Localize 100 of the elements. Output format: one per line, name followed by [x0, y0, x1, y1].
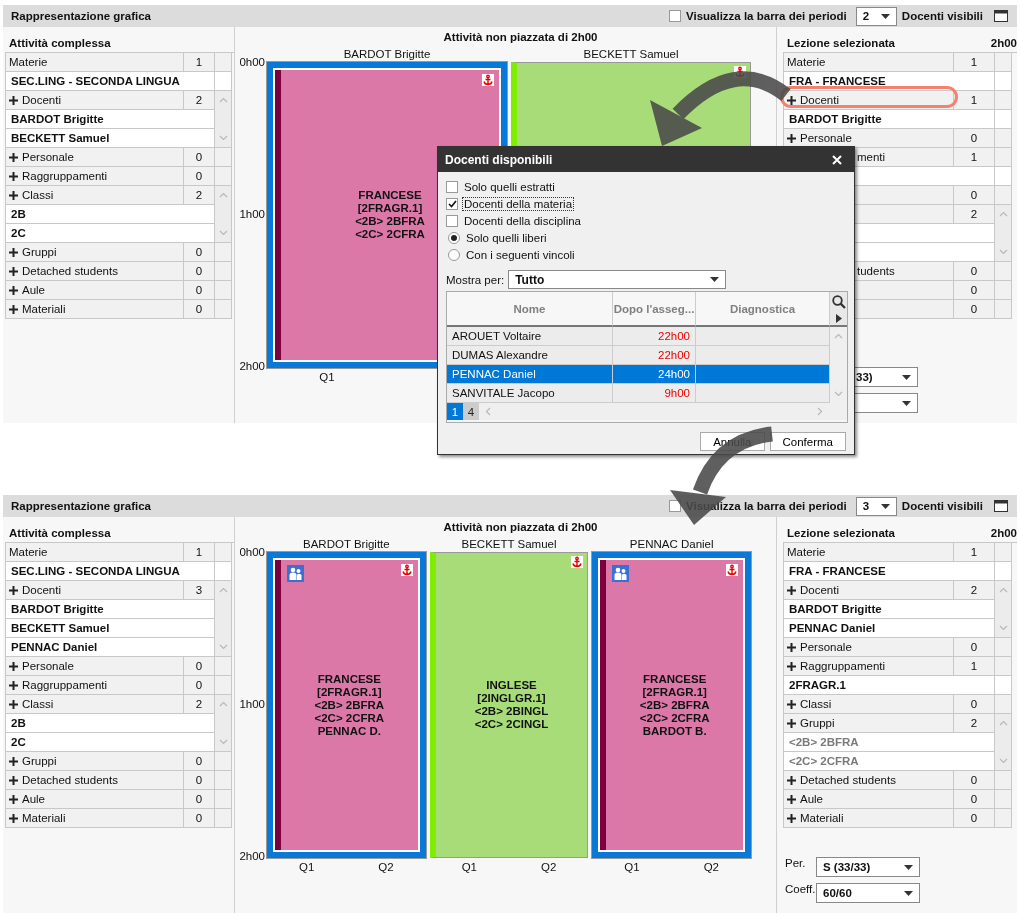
column-header[interactable]: Dopo l'asseg... [613, 292, 696, 327]
page-tab[interactable]: 1 [447, 403, 463, 420]
checkbox[interactable] [668, 10, 681, 22]
table-cell[interactable]: 2FRAGR.1 [784, 676, 995, 695]
radio-button[interactable] [448, 248, 460, 261]
plus-icon[interactable] [787, 813, 796, 823]
plus-icon[interactable] [787, 95, 796, 105]
lesson-block[interactable]: FRANCESE [2FRAGR.1] <2B> 2BFRA <2C> 2CFRA BARDOT B. [592, 552, 751, 858]
checkbox-label[interactable]: Docenti della materia [462, 196, 575, 211]
plus-icon[interactable] [787, 699, 796, 709]
row-header[interactable]: Classi [6, 186, 184, 205]
plus-icon[interactable] [9, 266, 18, 276]
plus-icon[interactable] [9, 152, 18, 162]
plus-icon[interactable] [9, 661, 18, 671]
plus-icon[interactable] [9, 756, 18, 766]
checkbox[interactable] [446, 214, 458, 227]
plus-icon[interactable] [787, 133, 796, 143]
row-header[interactable]: Classi [784, 695, 954, 714]
column-header[interactable]: Nome [447, 292, 613, 327]
row-header[interactable]: Raggruppamenti [6, 167, 184, 186]
row-header[interactable]: Detached students [784, 771, 954, 790]
table-cell[interactable]: BARDOT Brigitte [784, 110, 995, 129]
table-cell[interactable]: PENNAC Daniel [6, 638, 215, 657]
plus-icon[interactable] [9, 95, 18, 105]
window-icon[interactable] [994, 500, 1008, 512]
plus-icon[interactable] [787, 585, 796, 595]
dropdown[interactable]: S (33/33) [816, 857, 920, 877]
plus-icon[interactable] [787, 794, 796, 804]
row-header[interactable]: Aule [6, 790, 184, 809]
table-cell[interactable]: BARDOT Brigitte [784, 600, 995, 619]
play-icon[interactable] [835, 313, 842, 323]
lesson-block[interactable]: FRANCESE [2FRAGR.1] <2B> 2BFRA <2C> 2CFRA PENNAC D. [267, 552, 426, 858]
plus-icon[interactable] [9, 285, 18, 295]
close-icon[interactable] [832, 154, 842, 165]
plus-icon[interactable] [9, 304, 18, 314]
checkbox-label[interactable]: Visualizza la barra dei periodi [685, 10, 847, 22]
count-dropdown[interactable]: 3 [855, 496, 897, 516]
row-header[interactable]: Materie [784, 543, 954, 562]
table-cell[interactable]: FRA - FRANCESE [784, 562, 995, 581]
checkbox[interactable] [668, 500, 681, 512]
search-icon[interactable] [831, 294, 846, 309]
row-header[interactable]: Docenti [6, 581, 184, 600]
table-cell[interactable]: DUMAS Alexandre [447, 346, 613, 365]
table-cell[interactable]: BECKETT Samuel [6, 619, 215, 638]
plus-icon[interactable] [9, 585, 18, 595]
row-header[interactable]: Raggruppamenti [6, 676, 184, 695]
row-header[interactable]: Materie [6, 543, 184, 562]
row-header[interactable]: Detached students [6, 771, 184, 790]
row-header[interactable]: Raggruppamenti [784, 657, 954, 676]
checkbox[interactable] [446, 197, 458, 210]
table-cell[interactable]: 2B [6, 205, 215, 224]
window-icon[interactable] [994, 10, 1008, 22]
plus-icon[interactable] [9, 813, 18, 823]
table-cell[interactable]: 2B [6, 714, 215, 733]
row-header[interactable]: Personale [784, 129, 954, 148]
plus-icon[interactable] [787, 661, 796, 671]
table-cell[interactable]: BECKETT Samuel [6, 129, 215, 148]
row-header[interactable]: Docenti [6, 91, 184, 110]
table-cell[interactable]: 2C [6, 224, 215, 243]
page-tab[interactable]: 4 [463, 403, 479, 420]
plus-icon[interactable] [9, 171, 18, 181]
row-header[interactable]: Materie [784, 53, 954, 72]
table-cell[interactable]: <2C> 2CFRA [784, 752, 995, 771]
plus-icon[interactable] [9, 775, 18, 785]
checkbox[interactable] [446, 180, 458, 193]
table-cell[interactable]: SEC.LING - SECONDA LINGUA [6, 562, 215, 581]
table-cell[interactable]: BARDOT Brigitte [6, 110, 215, 129]
plus-icon[interactable] [787, 642, 796, 652]
plus-icon[interactable] [9, 699, 18, 709]
row-header[interactable]: Materiali [6, 809, 184, 828]
plus-icon[interactable] [9, 190, 18, 200]
row-header[interactable]: Personale [6, 657, 184, 676]
dropdown[interactable]: Tutto [508, 270, 727, 289]
row-header[interactable]: Personale [6, 148, 184, 167]
plus-icon[interactable] [787, 775, 796, 785]
row-header[interactable]: Gruppi [6, 243, 184, 262]
plus-icon[interactable] [9, 794, 18, 804]
plus-icon[interactable] [9, 247, 18, 257]
table-cell[interactable]: AROUET Voltaire [447, 327, 613, 346]
row-header[interactable]: Aule [784, 790, 954, 809]
dropdown[interactable]: 60/60 [816, 883, 920, 903]
table-cell[interactable]: <2B> 2BFRA [784, 733, 995, 752]
row-header[interactable]: Docenti [784, 581, 954, 600]
table-cell[interactable]: PENNAC Daniel [784, 619, 995, 638]
plus-icon[interactable] [787, 718, 796, 728]
count-dropdown[interactable]: 2 [855, 6, 897, 26]
row-header[interactable]: Classi [6, 695, 184, 714]
row-header[interactable]: Materie [6, 53, 184, 72]
radio-button[interactable] [448, 231, 460, 244]
row-header[interactable]: Gruppi [6, 752, 184, 771]
table-cell[interactable]: 2C [6, 733, 215, 752]
table-cell[interactable]: SEC.LING - SECONDA LINGUA [6, 72, 215, 91]
dialog-button[interactable]: Conferma [769, 432, 846, 451]
row-header[interactable]: Personale [784, 638, 954, 657]
table-cell[interactable]: SANVITALE Jacopo [447, 384, 613, 403]
lesson-block[interactable]: INGLESE [2INGLGR.1] <2B> 2BINGL <2C> 2CINGL [429, 552, 589, 858]
table-cell[interactable]: PENNAC Daniel [447, 365, 613, 384]
row-header[interactable]: Aule [6, 281, 184, 300]
row-header[interactable]: Gruppi [784, 714, 954, 733]
table-cell[interactable]: BARDOT Brigitte [6, 600, 215, 619]
